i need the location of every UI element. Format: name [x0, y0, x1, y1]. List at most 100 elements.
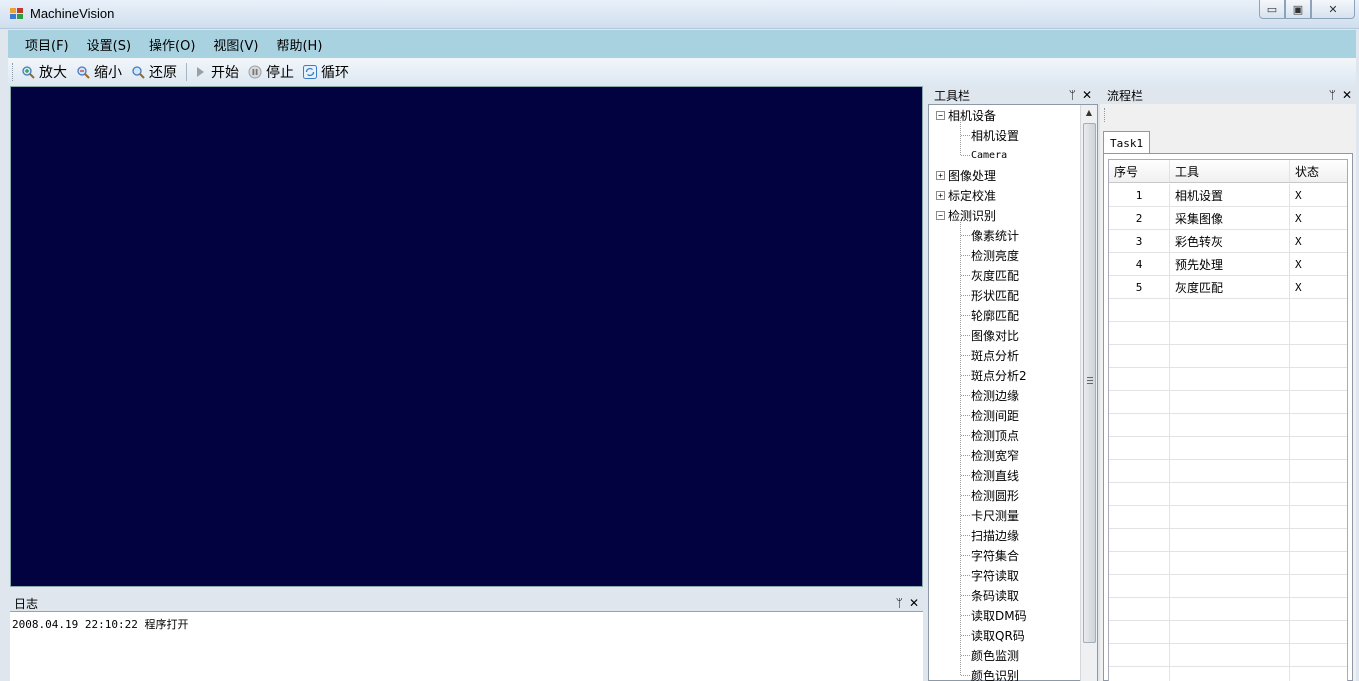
- empty-cell: [1290, 414, 1347, 436]
- tree-item[interactable]: 扫描边缘: [971, 525, 1019, 545]
- cell-no: 3: [1109, 230, 1170, 252]
- menu-operation[interactable]: 操作(O): [142, 35, 202, 54]
- menu-view[interactable]: 视图(V): [206, 35, 265, 54]
- tree-item[interactable]: 斑点分析2: [971, 365, 1027, 385]
- empty-cell: [1290, 460, 1347, 482]
- image-display-canvas[interactable]: [10, 86, 923, 587]
- toolbar-separator: [186, 62, 187, 81]
- tree-item[interactable]: 检测亮度: [971, 245, 1019, 265]
- tab-page: 序号 工具 状态 1 相机设置 X 2 采集图像 X 3 彩色转灰 X 4 预先处理 X 5 灰度匹配 X: [1103, 153, 1353, 681]
- tree-group[interactable]: + 标定校准: [936, 185, 996, 205]
- empty-row: [1109, 529, 1347, 552]
- close-icon[interactable]: ✕: [1082, 88, 1092, 102]
- tree-group[interactable]: + 图像处理: [936, 165, 996, 185]
- close-icon[interactable]: ✕: [909, 596, 919, 610]
- scroll-thumb[interactable]: [1083, 123, 1096, 643]
- empty-cell: [1290, 552, 1347, 574]
- maximize-icon: ▣: [1292, 2, 1304, 16]
- toolbar-grip[interactable]: [12, 62, 15, 81]
- empty-row: [1109, 667, 1347, 681]
- start-button[interactable]: 开始: [193, 62, 239, 82]
- expand-icon[interactable]: +: [936, 190, 945, 200]
- empty-cell: [1170, 299, 1290, 321]
- column-header-tool[interactable]: 工具: [1170, 160, 1290, 182]
- menu-help[interactable]: 帮助(H): [269, 35, 329, 54]
- menu-bar: 项目(F) 设置(S) 操作(O) 视图(V) 帮助(H): [8, 30, 1356, 58]
- scroll-up-icon[interactable]: ▲: [1081, 105, 1097, 121]
- tree-group[interactable]: − 相机设备: [936, 105, 996, 125]
- tree-item-label: 字符读取: [971, 568, 1020, 583]
- close-button[interactable]: ✕: [1311, 0, 1355, 19]
- tree-item-label: 斑点分析: [971, 348, 1020, 363]
- table-row[interactable]: 3 彩色转灰 X: [1109, 230, 1347, 253]
- maximize-button[interactable]: ▣: [1285, 0, 1311, 19]
- app-icon: [10, 8, 24, 20]
- tree-item[interactable]: 形状匹配: [971, 285, 1019, 305]
- tree-connector: [961, 635, 970, 636]
- cell-no: 5: [1109, 276, 1170, 298]
- tree-item-label: 字符集合: [971, 548, 1020, 563]
- log-panel-header: 日志 ᛘ ✕: [10, 594, 923, 612]
- tree-connector: [961, 335, 970, 336]
- log-panel[interactable]: 2008.04.19 22:10:22 程序打开: [10, 611, 923, 681]
- collapse-icon[interactable]: −: [936, 110, 945, 120]
- menu-settings[interactable]: 设置(S): [80, 35, 138, 54]
- empty-cell: [1290, 391, 1347, 413]
- tree-item[interactable]: 读取DM码: [971, 605, 1027, 625]
- tree-connector: [961, 375, 970, 376]
- zoom-in-label: 放大: [39, 64, 67, 81]
- tree-item[interactable]: 检测宽窄: [971, 445, 1019, 465]
- tree-scrollbar[interactable]: ▲: [1080, 105, 1097, 681]
- tree-item[interactable]: 检测边缘: [971, 385, 1019, 405]
- close-icon[interactable]: ✕: [1342, 88, 1352, 102]
- empty-cell: [1290, 644, 1347, 666]
- table-row[interactable]: 1 相机设置 X: [1109, 184, 1347, 207]
- tree-item[interactable]: 条码读取: [971, 585, 1019, 605]
- loop-button[interactable]: 循环: [303, 62, 349, 82]
- stop-button[interactable]: 停止: [248, 62, 294, 82]
- expand-icon[interactable]: +: [936, 170, 945, 180]
- tree-item[interactable]: 读取QR码: [971, 625, 1025, 645]
- tree-item[interactable]: 字符读取: [971, 565, 1019, 585]
- tree-item[interactable]: 像素统计: [971, 225, 1019, 245]
- tree-item[interactable]: 颜色识别: [971, 665, 1019, 681]
- menu-project[interactable]: 项目(F): [18, 35, 76, 54]
- zoom-in-icon: [21, 65, 35, 79]
- pin-icon[interactable]: ᛘ: [1329, 88, 1336, 102]
- tree-item[interactable]: 字符集合: [971, 545, 1019, 565]
- tree-item[interactable]: 检测圆形: [971, 485, 1019, 505]
- empty-cell: [1290, 368, 1347, 390]
- minimize-button[interactable]: ▭: [1259, 0, 1285, 19]
- tree-item[interactable]: 斑点分析: [971, 345, 1019, 365]
- tab-task1[interactable]: Task1: [1103, 131, 1151, 154]
- tree-group[interactable]: − 检测识别: [936, 205, 996, 225]
- cell-status: X: [1295, 188, 1302, 202]
- table-row[interactable]: 5 灰度匹配 X: [1109, 276, 1347, 299]
- pin-icon[interactable]: ᛘ: [1069, 88, 1076, 102]
- table-row[interactable]: 4 预先处理 X: [1109, 253, 1347, 276]
- tree-item[interactable]: 检测间距: [971, 405, 1019, 425]
- flow-toolbar-grip: [1104, 108, 1105, 122]
- tree-item[interactable]: 检测直线: [971, 465, 1019, 485]
- tree-item[interactable]: 图像对比: [971, 325, 1019, 345]
- tree-item[interactable]: 灰度匹配: [971, 265, 1019, 285]
- tree-item[interactable]: 轮廓匹配: [971, 305, 1019, 325]
- tree-item[interactable]: Camera: [971, 145, 1007, 165]
- tree-item-label: 扫描边缘: [971, 528, 1020, 543]
- tree-item[interactable]: 检测顶点: [971, 425, 1019, 445]
- tree-item[interactable]: 颜色监测: [971, 645, 1019, 665]
- restore-button[interactable]: 还原: [131, 62, 177, 82]
- zoom-in-button[interactable]: 放大: [21, 62, 67, 82]
- collapse-icon[interactable]: −: [936, 210, 945, 220]
- zoom-out-button[interactable]: 缩小: [76, 62, 122, 82]
- table-row[interactable]: 2 采集图像 X: [1109, 207, 1347, 230]
- tree-connector: [961, 395, 970, 396]
- flow-panel-header: 流程栏 ᛘ ✕: [1103, 86, 1356, 104]
- tree-item[interactable]: 相机设置: [971, 125, 1019, 145]
- empty-row: [1109, 345, 1347, 368]
- column-header-no[interactable]: 序号: [1109, 160, 1170, 182]
- tree-item[interactable]: 卡尺测量: [971, 505, 1019, 525]
- pin-icon[interactable]: ᛘ: [896, 596, 903, 610]
- column-header-status[interactable]: 状态: [1290, 160, 1347, 182]
- tool-tree[interactable]: − 相机设备 相机设置 Camera + 图像处理 + 标定校准 − 检测识别 像素统计 检测亮度 灰度…: [928, 104, 1098, 681]
